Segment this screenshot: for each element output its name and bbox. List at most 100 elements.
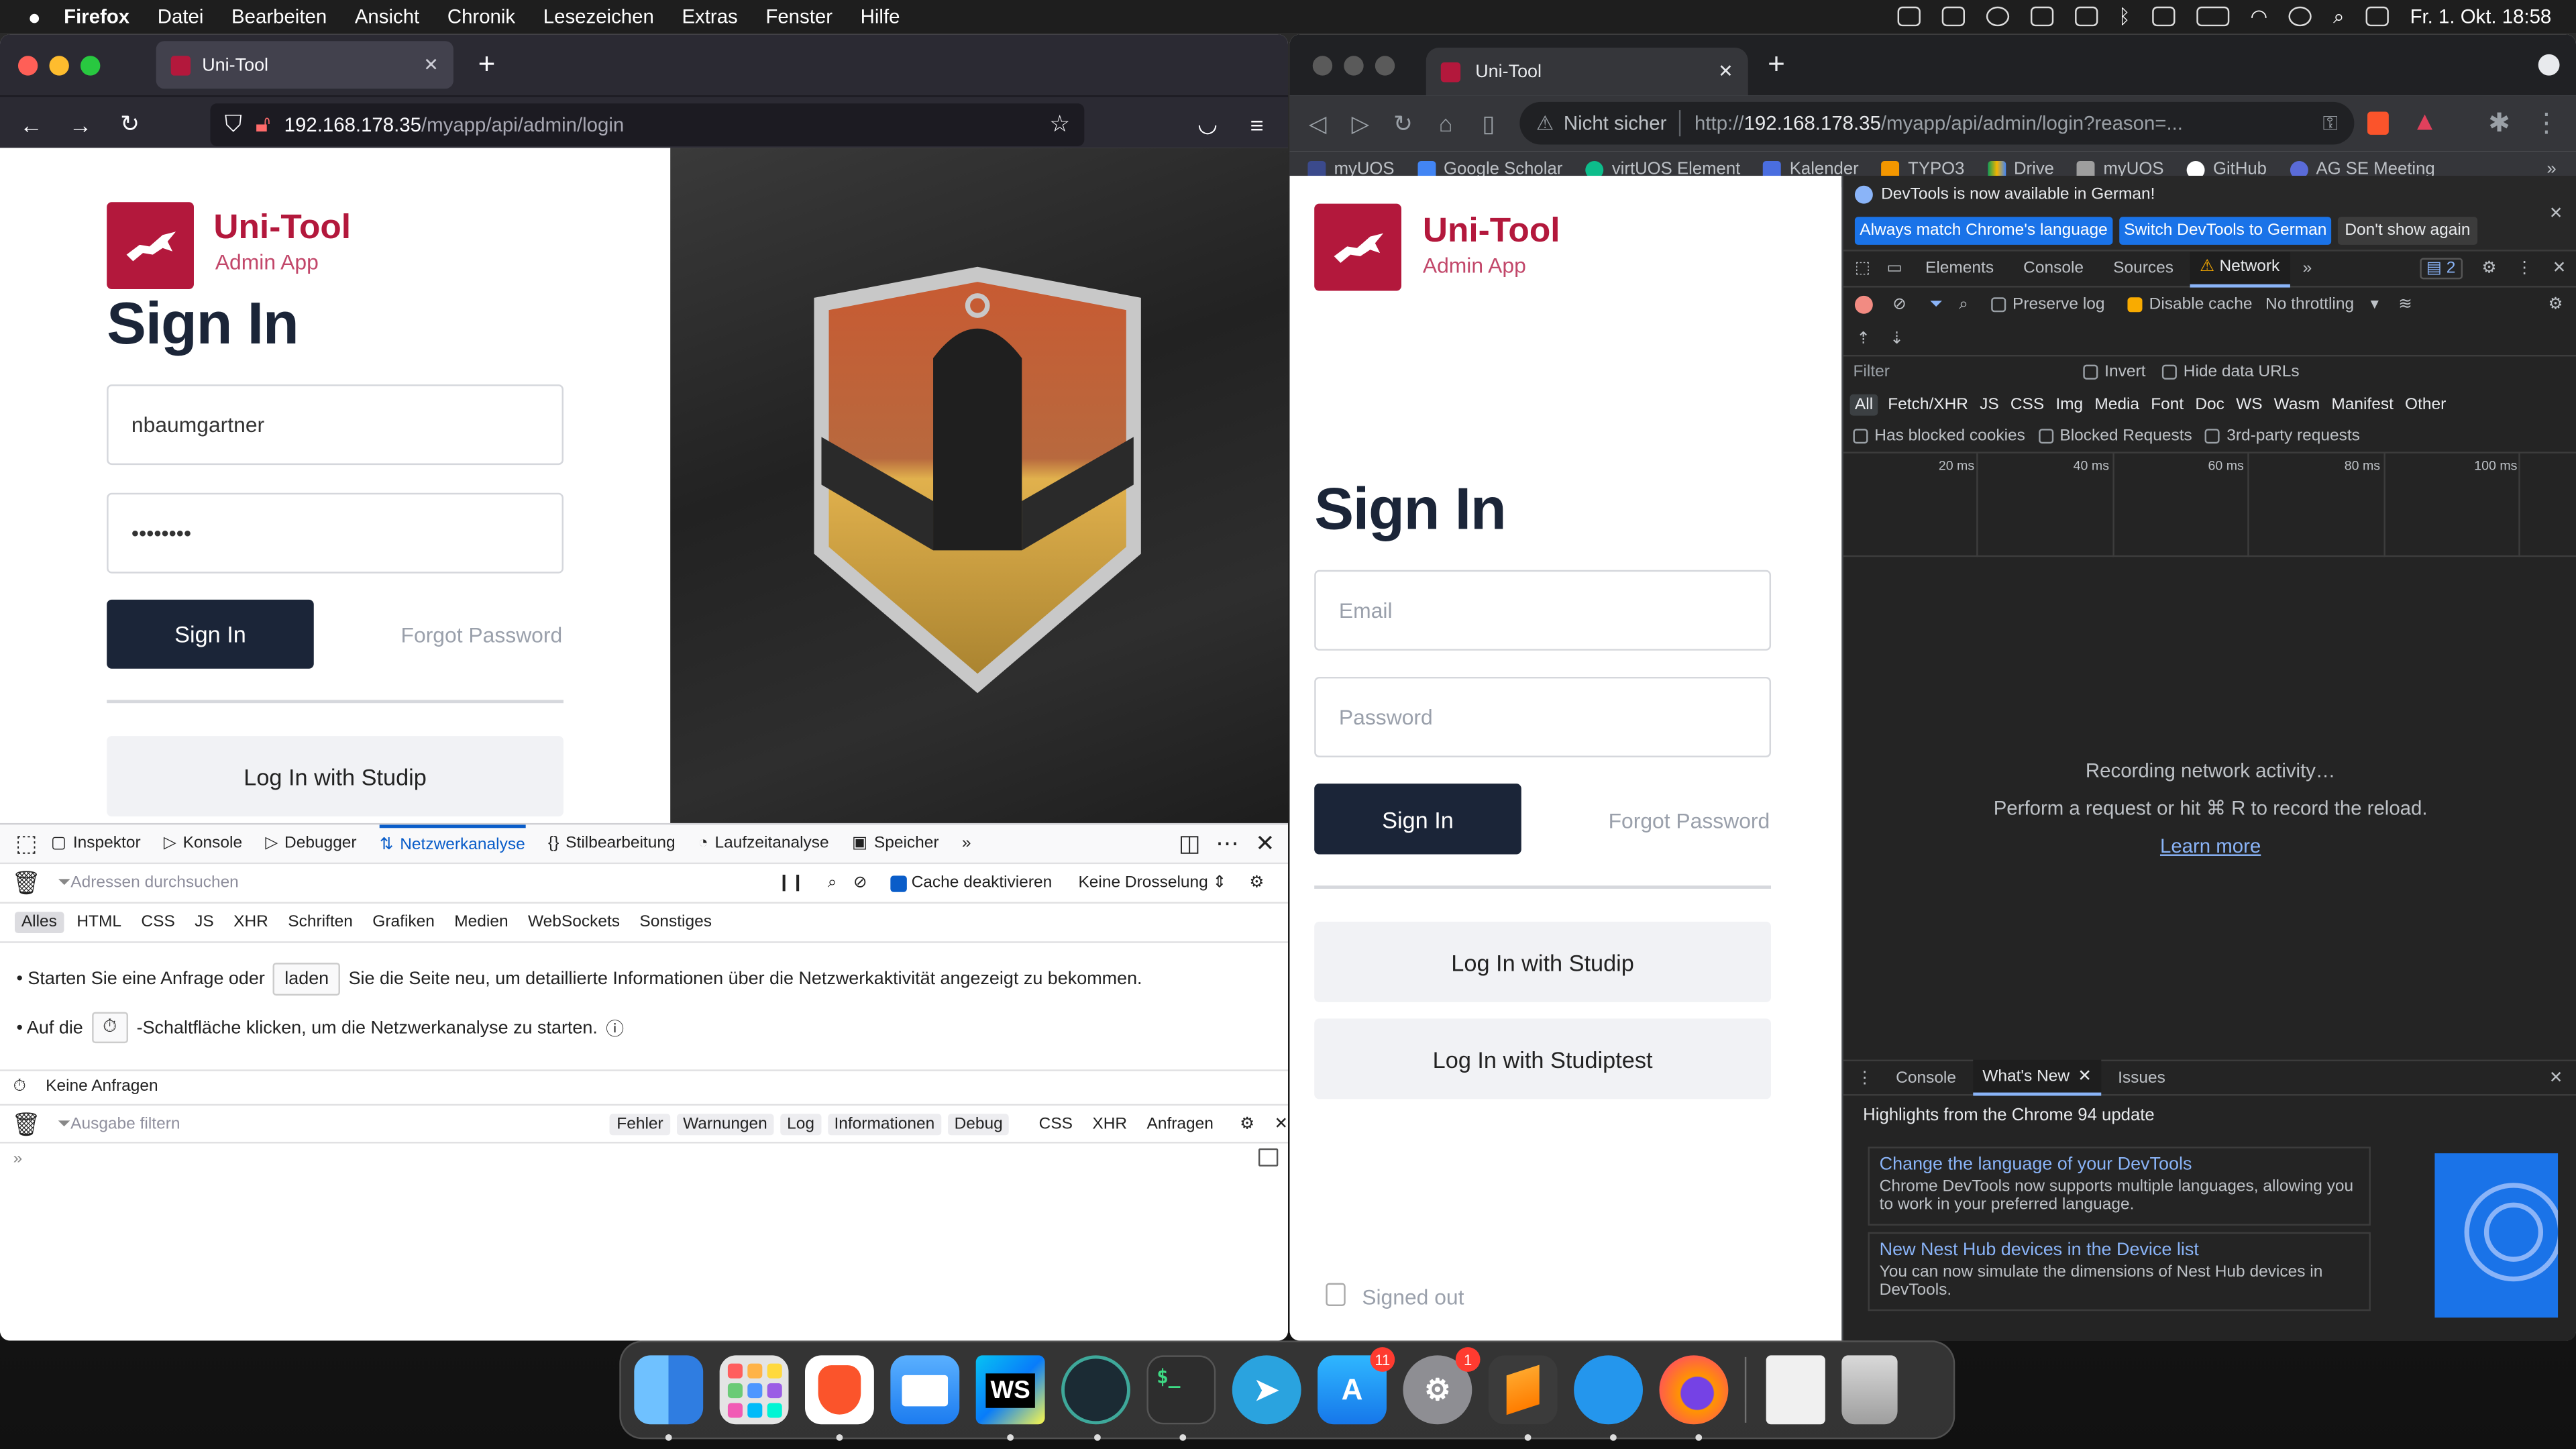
chrome-back-icon[interactable]: ◁ [1303, 109, 1332, 138]
forward-icon[interactable]: → [66, 111, 95, 137]
extensions-icon[interactable]: ✱ [2488, 107, 2510, 140]
chrome-sign-in-button[interactable]: Sign In [1314, 784, 1521, 855]
firefox-url-bar[interactable]: ⛉ 🔓︎ 192.168.178.35 /myapp/api/admin/log… [210, 103, 1085, 146]
reload-icon[interactable]: ↻ [115, 110, 144, 138]
type-js[interactable]: JS [1980, 395, 1999, 413]
filter-websockets[interactable]: WebSockets [521, 912, 627, 933]
notice-close-icon[interactable]: ✕ [2549, 205, 2563, 223]
server-icon[interactable] [2074, 6, 2098, 27]
filter-js[interactable]: JS [188, 912, 220, 933]
drawer-close-icon[interactable]: ✕ [2549, 1069, 2563, 1087]
chrome-close-tab-icon[interactable]: ✕ [1718, 61, 1733, 82]
type-ws[interactable]: WS [2236, 395, 2262, 413]
type-media[interactable]: Media [2094, 395, 2139, 413]
network-settings-icon[interactable]: ⚙ [2548, 296, 2563, 314]
back-icon[interactable]: ← [16, 111, 46, 137]
tab-speicher[interactable]: ▣ Speicher [852, 835, 939, 853]
filter-medien[interactable]: Medien [447, 912, 515, 933]
gitkraken-icon[interactable] [1061, 1355, 1130, 1425]
tab-inspektor[interactable]: ▢ Inspektor [51, 835, 141, 853]
more-tabs-icon[interactable]: » [2303, 260, 2312, 278]
filter-sonstiges[interactable]: Sonstiges [633, 912, 718, 933]
inspect-element-icon[interactable]: ⬚ [1855, 260, 1870, 278]
documents-icon[interactable] [1766, 1355, 1825, 1425]
launchpad-icon[interactable] [719, 1355, 789, 1425]
level-fehler[interactable]: Fehler [610, 1113, 670, 1135]
split-console-icon[interactable] [1258, 1148, 1279, 1167]
insecure-lock-icon[interactable]: 🔓︎ [248, 110, 278, 138]
chrome-close-window[interactable] [1312, 55, 1333, 75]
sublime-icon[interactable] [1488, 1355, 1558, 1425]
reload-button[interactable]: laden [273, 963, 341, 996]
tab-debugger[interactable]: ▷ Debugger [265, 835, 356, 853]
chrome-studip-login-button[interactable]: Log In with Studip [1314, 921, 1772, 1002]
record-icon[interactable] [1854, 295, 1873, 314]
type-font[interactable]: Font [2151, 395, 2184, 413]
chrome-forward-icon[interactable]: ▷ [1346, 109, 1375, 138]
tracking-shield-icon[interactable]: ⛉ [219, 110, 248, 138]
sign-in-button[interactable]: Sign In [107, 599, 314, 669]
issues-badge[interactable]: ▤ 2 [2419, 258, 2463, 280]
dont-show-again-button[interactable]: Don't show again [2338, 217, 2477, 245]
chrome-zoom-window[interactable] [1375, 55, 1395, 75]
cache-checkbox[interactable] [890, 875, 907, 892]
filter-html[interactable]: HTML [70, 912, 128, 933]
menu-fenster[interactable]: Fenster [765, 5, 833, 28]
tab-netzwerkanalyse[interactable]: ⇅ Netzwerkanalyse [379, 824, 525, 863]
mail-icon[interactable] [890, 1355, 960, 1425]
password-key-icon[interactable]: ⚿ [2323, 111, 2338, 136]
console-clear-icon[interactable]: 🗑︎ [11, 1110, 41, 1138]
console-anfragen[interactable]: Anfragen [1140, 1113, 1220, 1134]
filter-alles[interactable]: Alles [15, 912, 64, 934]
tab-network[interactable]: ⚠ Network [2190, 250, 2290, 287]
devtools-more-icon[interactable]: ⋮ [2516, 260, 2532, 278]
console-filter-input[interactable]: Ausgabe filtern [70, 1115, 610, 1133]
devtools-menu-icon[interactable]: ⋯ [1212, 830, 1242, 858]
firefox-icon[interactable] [1659, 1355, 1729, 1425]
filter-grafiken[interactable]: Grafiken [366, 912, 441, 933]
tab-search-icon[interactable] [2538, 54, 2560, 76]
match-language-button[interactable]: Always match Chrome's language [1854, 217, 2113, 245]
console-xhr[interactable]: XHR [1086, 1113, 1134, 1134]
studiptest-login-button[interactable]: Log In with Studiptest [1314, 1018, 1772, 1099]
chrome-new-tab-button[interactable]: + [1768, 48, 1785, 82]
user-icon[interactable] [2288, 6, 2312, 27]
tab-stilbearbeitung[interactable]: {} Stilbearbeitung [548, 835, 676, 853]
finder-icon[interactable] [634, 1355, 704, 1425]
menu-datei[interactable]: Datei [158, 5, 204, 28]
apple-icon[interactable]: ● [28, 4, 41, 29]
tab-elements[interactable]: Elements [1925, 260, 1994, 278]
console-close-icon[interactable]: ✕ [1274, 1115, 1288, 1133]
chrome-password-input[interactable]: Password [1314, 676, 1772, 757]
close-devtools-icon[interactable]: ✕ [1250, 830, 1280, 858]
menu-app-name[interactable]: Firefox [64, 5, 129, 28]
throttling-chevron-icon[interactable]: ▾ [2371, 296, 2379, 314]
settings-icon[interactable]: ⚙ 1 [1403, 1347, 1481, 1425]
window-tiling-icon[interactable] [2029, 6, 2053, 27]
tab-laufzeitanalyse[interactable]: ◔ Laufzeitanalyse [698, 835, 829, 853]
accessibility-icon[interactable] [1985, 6, 2008, 27]
menu-chronik[interactable]: Chronik [447, 5, 515, 28]
type-other[interactable]: Other [2405, 395, 2446, 413]
whats-new-card-1[interactable]: Change the language of your DevTools Chr… [1868, 1146, 2371, 1226]
tab-console[interactable]: Console [2023, 260, 2084, 278]
clear-trash-icon[interactable]: 🗑︎ [11, 869, 41, 898]
drawer-tab-whats-new[interactable]: What's New ✕ [1972, 1059, 2102, 1096]
level-warnungen[interactable]: Warnungen [676, 1113, 774, 1135]
clear-icon[interactable]: ⊘ [1892, 296, 1907, 314]
type-wasm[interactable]: Wasm [2274, 395, 2320, 413]
studip-login-button[interactable]: Log In with Studip [107, 736, 564, 817]
menu-clock[interactable]: Fr. 1. Okt. 18:58 [2410, 5, 2552, 28]
chrome-bookmark-icon[interactable]: ▯ [1474, 109, 1503, 138]
tab-konsole[interactable]: ▷ Konsole [164, 835, 242, 853]
filter-css[interactable]: CSS [135, 912, 182, 933]
chrome-search-icon[interactable]: ⌕ [1959, 296, 1968, 314]
learn-more-link[interactable]: Learn more [1843, 835, 2576, 857]
menu-extras[interactable]: Extras [682, 5, 737, 28]
whats-new-card-2[interactable]: New Nest Hub devices in the Device list … [1868, 1232, 2371, 1311]
chrome-minimize-window[interactable] [1344, 55, 1364, 75]
filter-icon[interactable]: ⏷ [1929, 296, 1943, 314]
devtools-close-icon[interactable]: ✕ [2553, 260, 2567, 278]
chrome-reload-icon[interactable]: ↻ [1388, 109, 1417, 138]
console-prompt[interactable]: » [13, 1150, 23, 1168]
